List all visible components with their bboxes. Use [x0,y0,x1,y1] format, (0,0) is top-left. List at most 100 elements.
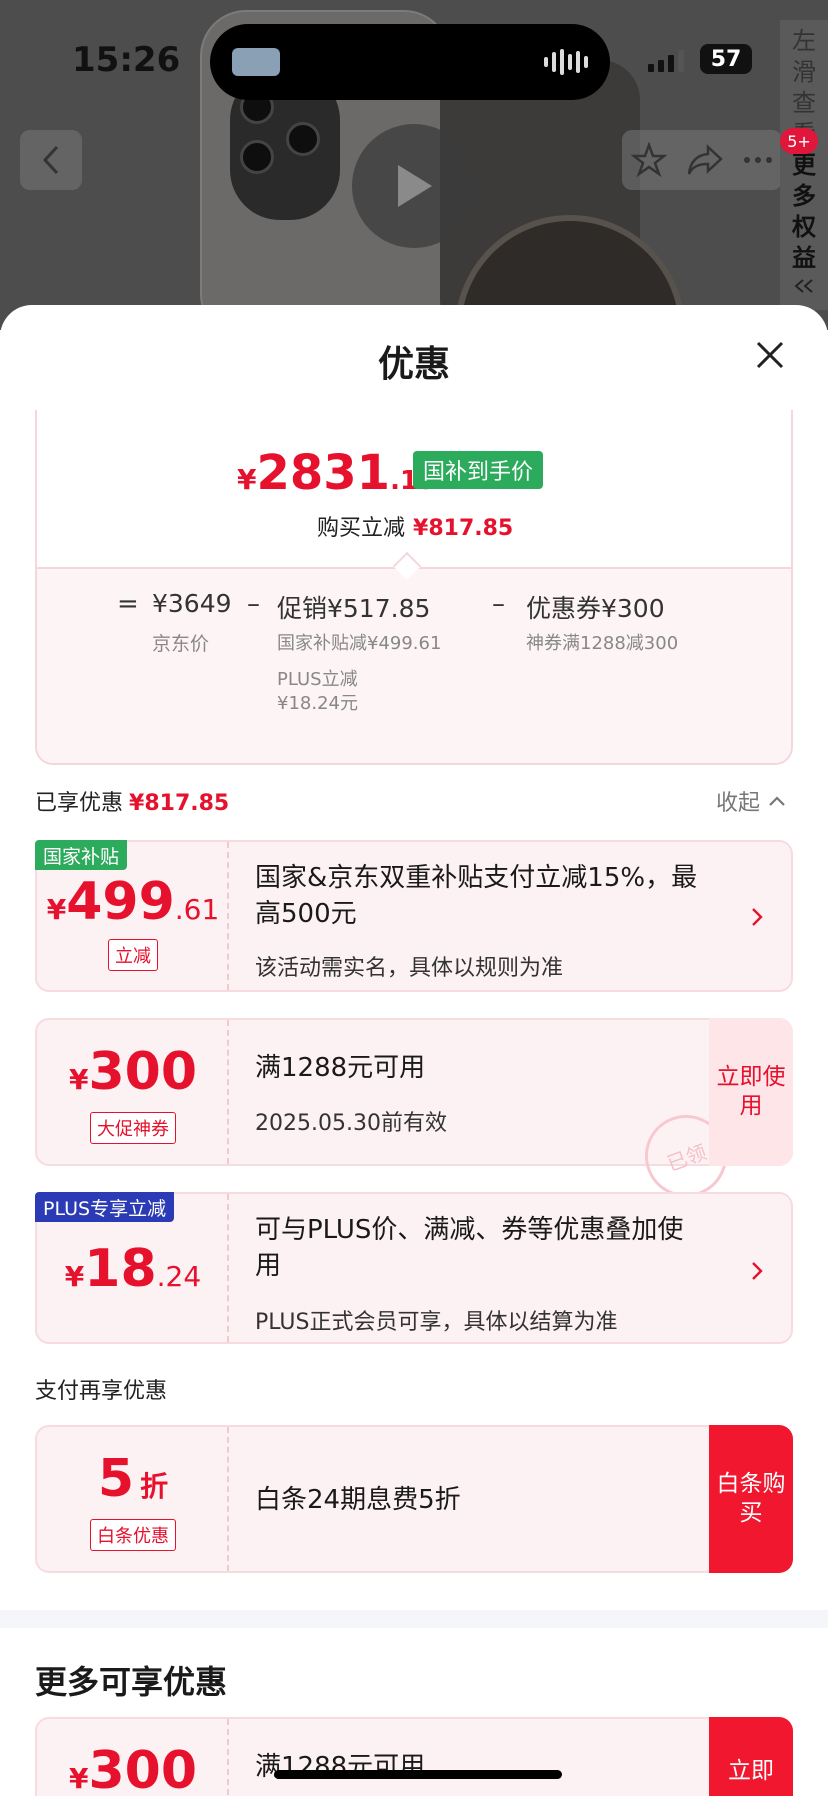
enjoyed-label: 已享优惠 [35,791,124,816]
promo-value: 促销¥517.85 [277,594,431,623]
promo-note: 国家补贴减¥499.61 [277,633,442,654]
promo-note: PLUS立减 [277,669,358,690]
minus-sign: – [492,589,505,619]
signal-icon [648,50,684,72]
coupon-desc: 2025.05.30前有效 [255,1111,447,1136]
coupon-desc: 该活动需实名，具体以规则为准 [255,956,564,981]
promo-coupon[interactable]: ¥300 大促神券 满1288元可用 2025.05.30前有效 已领 立即使用 [35,1018,793,1209]
collapse-label: 收起 [716,791,761,816]
amount-integer: 300 [88,1042,198,1102]
top-actions [622,130,782,190]
amount-integer: 499 [66,872,175,932]
coupon-chip: 立减 [37,939,229,971]
close-button[interactable] [750,335,790,375]
coupon-desc: PLUS正式会员可享，具体以结算为准 [255,1310,618,1335]
star-icon[interactable] [631,142,668,178]
camera-lens-icon [286,122,320,156]
double-chevron-left-icon [794,279,813,293]
collapse-toggle[interactable]: 收起 [716,785,786,817]
coupon-chip: 大促神券 [37,1112,229,1144]
subsidy-price-tag: 国补到手价 [413,451,544,489]
chevron-left-icon [42,145,59,175]
side-char: 权 [792,213,816,241]
audio-wave-icon [544,48,588,76]
side-char: 左 [792,27,816,55]
side-char: 多 [792,182,816,210]
coupon-label: PLUS专享立减 [35,1192,175,1222]
discount-number: 5 [97,1449,135,1509]
coupon-value: 优惠券¥300 [526,594,665,623]
more-offers-title: 更多可享优惠 [35,1663,228,1701]
equals-sign: = [117,589,139,619]
camera-lens-icon [240,140,274,174]
side-char: 查 [792,89,816,117]
coupon-chip: 白条优惠 [37,1519,229,1551]
currency-symbol: ¥ [68,1762,89,1795]
home-indicator[interactable] [274,1770,562,1779]
more-coupon[interactable]: ¥300 满1288元可用 立即 [35,1717,793,1796]
coupon-amount: ¥18.24 [37,1239,229,1299]
chevron-right-icon [747,1256,767,1286]
price-integer: 2831 [256,445,391,501]
promo-note: ¥18.24元 [277,693,358,714]
base-price-label: 京东价 [152,633,210,655]
currency-symbol: ¥ [68,1063,89,1096]
baitiao-discount: 5折 [37,1449,229,1509]
chip-text: 立减 [108,939,158,971]
amount-decimal: .61 [174,893,220,926]
baitiao-title: 白条24期息费5折 [255,1485,461,1515]
baitiao-offer[interactable]: 5折 白条优惠 白条24期息费5折 白条购买 [35,1425,793,1573]
discount-label: 购买立减 [317,516,406,541]
more-icon[interactable] [743,156,773,164]
discount-unit: 折 [140,1470,169,1503]
share-icon[interactable] [686,143,724,177]
enjoyed-discount-header: 已享优惠 ¥817.85 [35,785,229,817]
sheet-title: 优惠 [377,344,450,385]
chip-text: 白条优惠 [90,1519,176,1551]
discount-value: ¥817.85 [413,516,514,541]
back-button[interactable] [20,130,82,190]
discount-sheet: 优惠 ¥2831.15 国补到手价 购买立减 ¥817.85 = ¥3649 京东… [0,305,828,1796]
final-price-block: ¥2831.15 国补到手价 购买立减 ¥817.85 [37,410,791,575]
chip-text: 大促神券 [90,1112,176,1144]
currency-symbol: ¥ [46,893,67,926]
side-char: 更 [792,151,816,179]
enjoyed-value: ¥817.85 [129,791,230,816]
chevron-up-icon [769,796,785,806]
amount-integer: 18 [84,1239,157,1299]
dynamic-island [210,24,610,100]
coupon-title: 满1288元可用 [255,1752,426,1782]
coupon-title: 可与PLUS价、满减、券等优惠叠加使用 [255,1215,684,1281]
final-price: ¥2831.15 [237,445,436,501]
battery-indicator: 57 [700,44,752,74]
coupon-amount: ¥300 [37,1042,229,1102]
minus-sign: – [247,589,260,619]
coupon-note: 神券满1288减300 [526,633,679,654]
price-formula: = ¥3649 京东价 – 促销¥517.85 国家补贴减¥499.61 PLU… [37,567,791,763]
use-now-button[interactable]: 立即 [709,1717,793,1796]
baitiao-buy-button[interactable]: 白条购买 [709,1425,793,1573]
coupon-label: 国家补贴 [35,840,128,870]
chevron-right-icon [747,902,767,932]
base-price-value: ¥3649 [152,589,232,618]
play-icon [398,165,432,207]
section-divider [0,1610,828,1628]
close-icon [756,341,784,369]
side-badge: 5+ [780,128,818,154]
currency-symbol: ¥ [64,1260,85,1293]
side-benefits-panel[interactable]: 左 滑 查 看 更 多 权 益 [780,20,828,310]
use-now-button[interactable]: 立即使用 [709,1018,793,1166]
pay-section-title: 支付再享优惠 [35,1379,168,1404]
media-thumbnail [232,48,280,76]
amount-integer: 300 [88,1741,198,1796]
amount-decimal: .24 [156,1260,202,1293]
side-char: 益 [792,244,816,272]
purchase-discount: 购买立减 ¥817.85 [317,510,513,542]
coupon-title: 国家&京东双重补贴支付立减15%，最高500元 [255,863,698,929]
coupon-title: 满1288元可用 [255,1053,426,1083]
coupon-amount: ¥300 [37,1741,229,1796]
subsidy-coupon[interactable]: 国家补贴 ¥499.61 立减 国家&京东双重补贴支付立减15%，最高500元 … [35,840,793,992]
video-play-button[interactable] [352,124,476,248]
status-time: 15:26 [72,40,181,80]
plus-coupon[interactable]: PLUS专享立减 ¥18.24 可与PLUS价、满减、券等优惠叠加使用 PLUS… [35,1192,793,1344]
